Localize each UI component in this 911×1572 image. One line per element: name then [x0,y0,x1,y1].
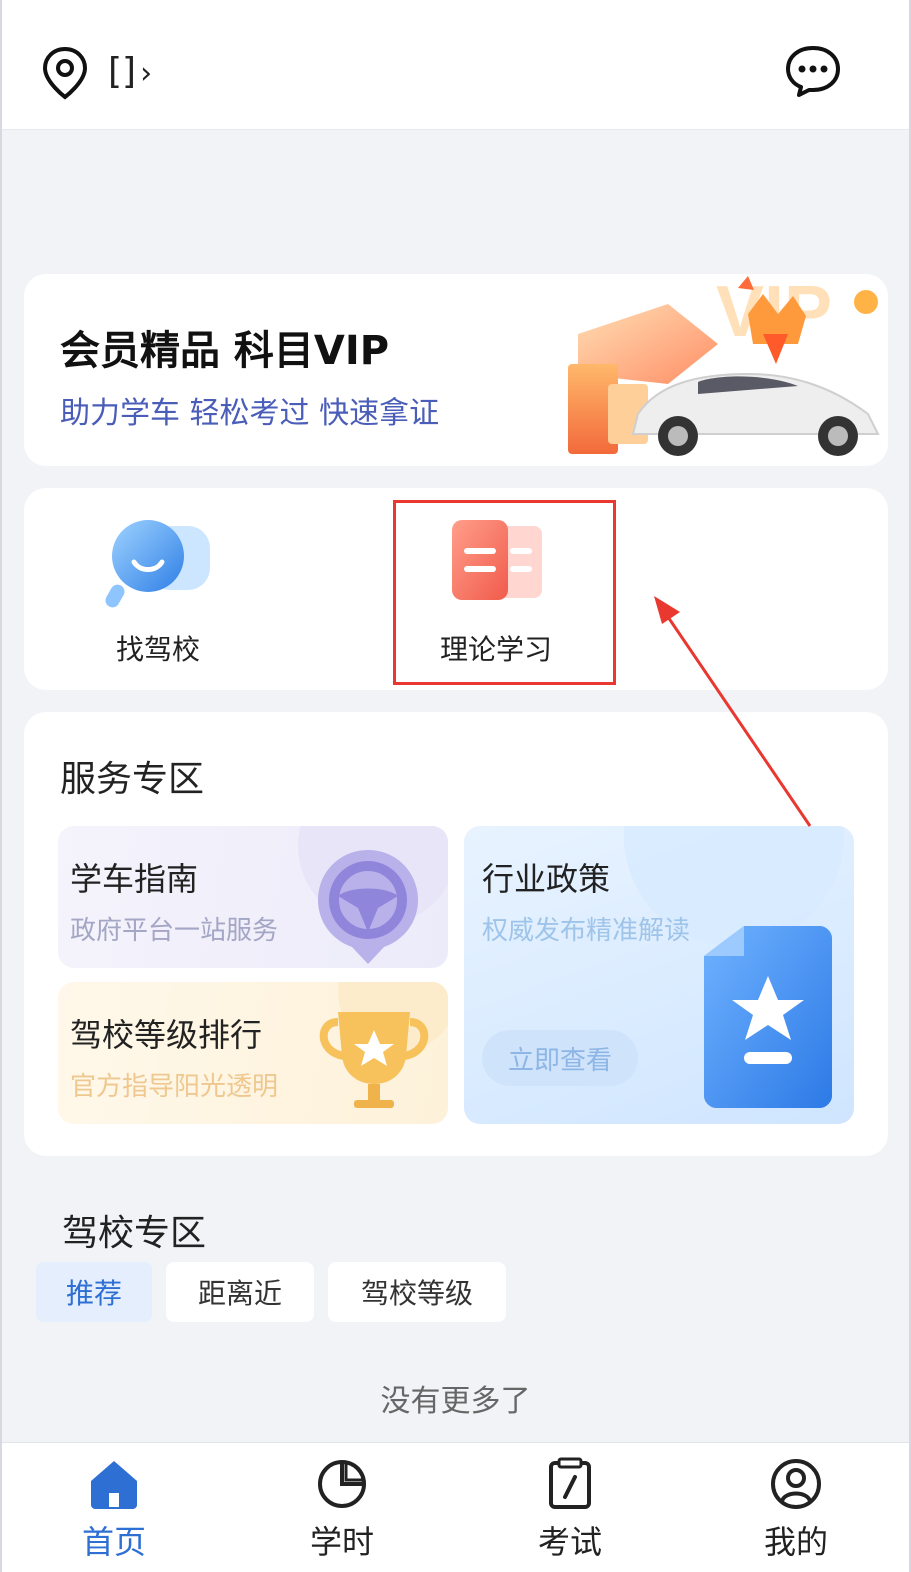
driving-guide-title: 学车指南 [70,860,199,898]
exam-icon [549,1457,591,1509]
no-more-text: 没有更多了 [380,1384,531,1419]
policy-document-icon [624,826,844,1108]
vip-title: 会员精品 科目VIP [60,328,390,374]
vip-subtitle: 助力学车 轻松考过 快速拿证 [60,396,440,431]
service-zone: 服务专区 学车指南 政府平台一站服务 驾校等级排行 官方指导阳光透明 行业政策 … [24,712,888,1156]
school-zone-title: 驾校专区 [62,1213,207,1254]
find-school-label: 找驾校 [115,633,200,666]
nav-home-label: 首页 [81,1523,146,1561]
driving-guide-subtitle: 政府平台一站服务 [70,916,279,946]
view-now-button[interactable]: 立即查看 [482,1030,638,1086]
tab-school-level[interactable]: 驾校等级 [328,1262,506,1322]
find-school-entry[interactable]: 找驾校 [48,488,268,690]
nav-study-hours[interactable]: 学时 [262,1443,422,1572]
trophy-icon [319,982,448,1108]
user-icon [771,1459,821,1509]
tab-recommended[interactable]: 推荐 [36,1262,152,1322]
industry-policy-card[interactable]: 行业政策 权威发布精准解读 立即查看 [464,826,854,1124]
theory-study-label: 理论学习 [439,633,552,666]
service-zone-title: 服务专区 [60,759,205,800]
theory-study-entry[interactable]: 理论学习 [386,488,606,690]
quick-entries: 找驾校 理论学习 [24,488,888,690]
tab-nearby[interactable]: 距离近 [166,1262,314,1322]
nav-exam-label: 考试 [537,1523,602,1561]
message-icon[interactable] [784,44,842,98]
location-text: [] [108,51,137,92]
nav-profile[interactable]: 我的 [716,1443,876,1572]
school-ranking-card[interactable]: 驾校等级排行 官方指导阳光透明 [58,982,448,1124]
steering-wheel-icon [298,826,448,964]
school-ranking-title: 驾校等级排行 [70,1016,263,1054]
bottom-nav: 首页 学时 考试 我的 [0,1442,911,1572]
top-bar: [] › [0,0,911,130]
nav-study-hours-label: 学时 [309,1523,374,1561]
school-ranking-subtitle: 官方指导阳光透明 [70,1072,279,1102]
search-school-icon [105,520,210,608]
book-icon [452,520,542,600]
vip-banner[interactable]: 会员精品 科目VIP 助力学车 轻松考过 快速拿证 VIP [24,274,888,466]
location-icon[interactable] [40,46,90,100]
nav-exam[interactable]: 考试 [490,1443,650,1572]
home-icon [91,1461,137,1509]
industry-policy-title: 行业政策 [482,860,611,898]
nav-profile-label: 我的 [763,1523,828,1561]
chevron-right-icon: › [140,56,153,91]
location-selector[interactable]: [] › [108,50,152,96]
vip-car-illustration-icon: VIP [568,274,880,456]
driving-guide-card[interactable]: 学车指南 政府平台一站服务 [58,826,448,968]
nav-home[interactable]: 首页 [34,1443,194,1572]
industry-policy-subtitle: 权威发布精准解读 [482,916,691,946]
pie-chart-icon [318,1460,366,1508]
